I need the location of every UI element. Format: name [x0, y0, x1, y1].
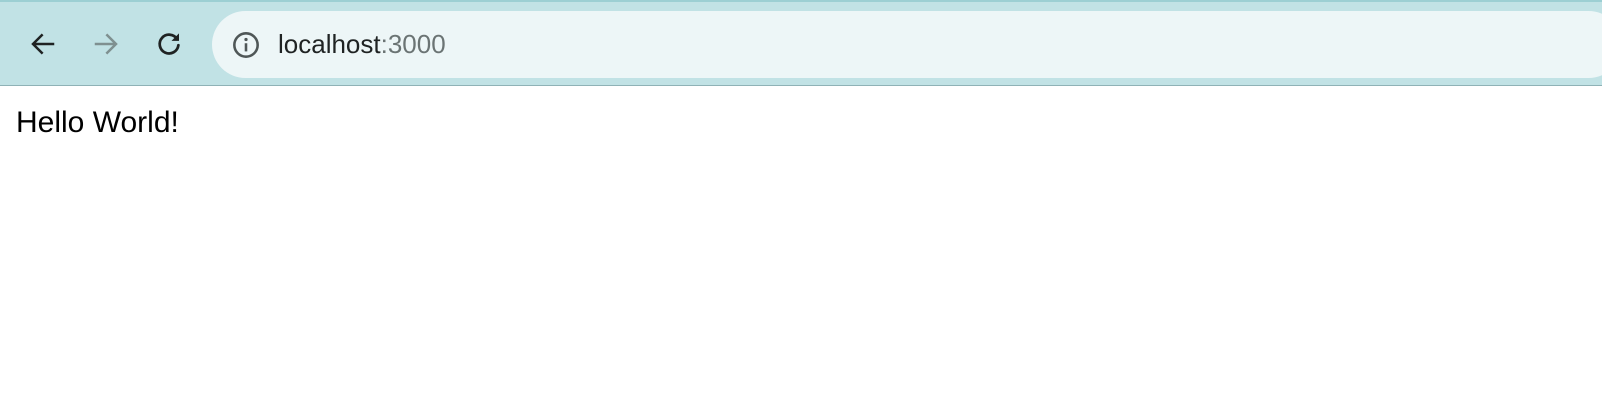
page-viewport: Hello World! — [0, 86, 1602, 420]
forward-button[interactable] — [86, 24, 126, 64]
page-text: Hello World! — [16, 106, 179, 139]
reload-icon — [154, 29, 184, 59]
arrow-left-icon — [28, 29, 58, 59]
address-bar-url[interactable]: localhost:3000 — [278, 11, 446, 78]
arrow-right-icon — [91, 29, 121, 59]
back-button[interactable] — [23, 24, 63, 64]
info-icon[interactable] — [232, 31, 260, 59]
reload-button[interactable] — [149, 24, 189, 64]
url-host: localhost — [278, 29, 381, 59]
browser-toolbar: localhost:3000 — [0, 0, 1602, 86]
url-port: :3000 — [380, 29, 446, 59]
address-bar[interactable]: localhost:3000 — [212, 11, 1602, 78]
